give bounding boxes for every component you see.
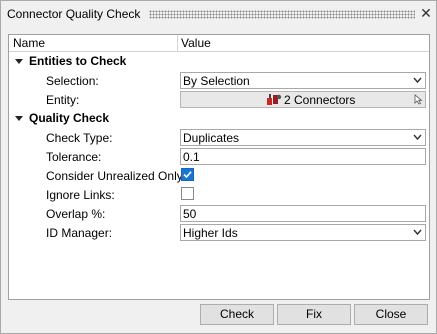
property-label: Selection: xyxy=(46,74,99,88)
column-divider[interactable] xyxy=(177,35,178,51)
row-entity: Entity: 2 Connectors xyxy=(9,90,429,109)
connector-quality-check-dialog: Connector Quality Check ✕ Name Value Ent… xyxy=(0,0,437,334)
row-overlap: Overlap %: 50 xyxy=(9,204,429,223)
dropdown-value: Higher Ids xyxy=(183,226,238,240)
property-label: Entity: xyxy=(46,93,80,107)
drag-grip-icon[interactable] xyxy=(149,10,415,19)
entity-count-text: 2 Connectors xyxy=(284,93,356,107)
row-ignore-links: Ignore Links: xyxy=(9,185,429,204)
property-label: Consider Unrealized Only: xyxy=(46,169,187,183)
close-button[interactable]: Close xyxy=(354,304,428,325)
close-icon[interactable]: ✕ xyxy=(419,5,433,21)
dropdown-value: By Selection xyxy=(183,74,250,88)
row-id-manager: ID Manager: Higher Ids xyxy=(9,223,429,242)
consider-unrealized-checkbox[interactable] xyxy=(181,168,194,181)
row-check-type: Check Type: Duplicates xyxy=(9,128,429,147)
check-type-dropdown[interactable]: Duplicates xyxy=(180,129,426,146)
property-label: Overlap %: xyxy=(46,207,106,221)
id-manager-dropdown[interactable]: Higher Ids xyxy=(180,224,426,241)
check-button[interactable]: Check xyxy=(200,304,274,325)
collapse-triangle-icon[interactable] xyxy=(15,59,23,64)
row-consider-unrealized: Consider Unrealized Only: xyxy=(9,166,429,185)
group-quality-check[interactable]: Quality Check xyxy=(9,109,429,128)
property-label: Ignore Links: xyxy=(46,188,115,202)
selection-dropdown[interactable]: By Selection xyxy=(180,72,426,89)
ignore-links-checkbox[interactable] xyxy=(181,187,194,200)
group-label: Entities to Check xyxy=(29,54,127,68)
row-tolerance: Tolerance: 0.1 xyxy=(9,147,429,166)
pick-cursor-icon xyxy=(414,94,423,105)
chevron-down-icon xyxy=(413,229,422,236)
tolerance-input[interactable]: 0.1 xyxy=(180,148,426,165)
property-label: Tolerance: xyxy=(46,150,102,164)
collapse-triangle-icon[interactable] xyxy=(15,116,23,121)
group-entities-to-check[interactable]: Entities to Check xyxy=(9,52,429,71)
title-bar[interactable]: Connector Quality Check ✕ xyxy=(1,1,436,27)
chevron-down-icon xyxy=(413,77,422,84)
group-label: Quality Check xyxy=(29,111,110,125)
chevron-down-icon xyxy=(413,134,422,141)
column-header-name[interactable]: Name xyxy=(13,36,45,50)
dropdown-value: Duplicates xyxy=(183,131,240,145)
property-label: Check Type: xyxy=(46,131,113,145)
input-value: 0.1 xyxy=(183,150,200,164)
row-selection: Selection: By Selection xyxy=(9,71,429,90)
fix-button[interactable]: Fix xyxy=(277,304,351,325)
column-header-value[interactable]: Value xyxy=(181,36,211,50)
input-value: 50 xyxy=(183,207,197,221)
overlap-input[interactable]: 50 xyxy=(180,205,426,222)
window-title: Connector Quality Check xyxy=(7,7,141,21)
property-label: ID Manager: xyxy=(46,226,113,240)
connector-icon xyxy=(267,94,282,105)
grid-header: Name Value xyxy=(9,35,429,52)
checkmark-icon xyxy=(183,171,192,179)
property-grid: Name Value Entities to Check Selection: … xyxy=(8,34,430,300)
entity-selector-button[interactable]: 2 Connectors xyxy=(180,91,426,108)
